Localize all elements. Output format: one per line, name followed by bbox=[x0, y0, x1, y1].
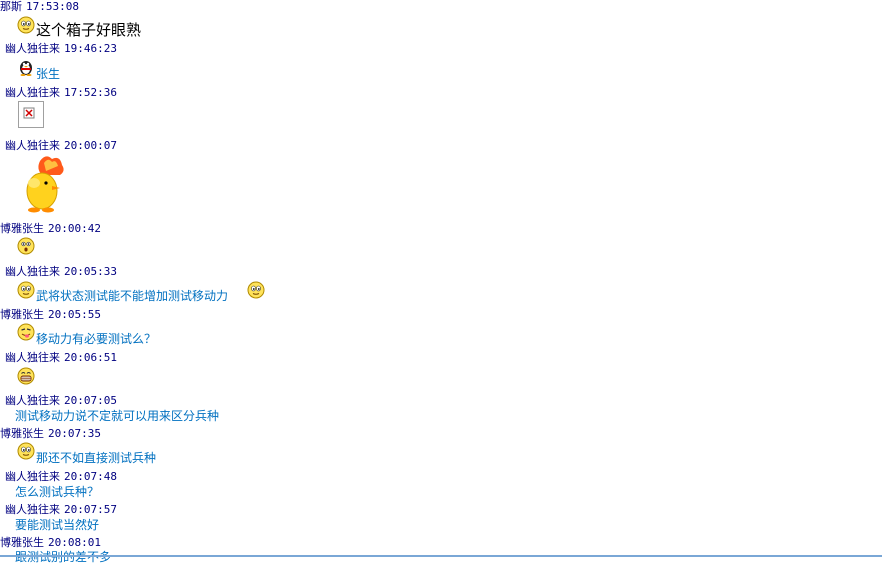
timestamp: 20:07:48 bbox=[64, 470, 117, 483]
chat-message-header: 博雅张生 20:08:01 bbox=[0, 536, 101, 549]
chat-message-text: 武将状态测试能不能增加测试移动力 bbox=[36, 289, 229, 303]
timestamp: 17:52:36 bbox=[64, 86, 117, 99]
chat-message-text: 测试移动力说不定就可以用来区分兵种 bbox=[15, 409, 220, 423]
chat-message-header: 博雅张生 20:05:55 bbox=[0, 308, 101, 321]
chat-message-text: 怎么测试兵种？ bbox=[15, 485, 100, 499]
sender-name: 幽人独往来 bbox=[5, 265, 60, 278]
sender-name: 博雅张生 bbox=[0, 427, 44, 440]
chat-message-header: 幽人独往来 20:06:51 bbox=[5, 351, 117, 364]
timestamp: 19:46:23 bbox=[64, 42, 117, 55]
sender-name: 幽人独往来 bbox=[5, 503, 60, 516]
chat-message-text: 那还不如直接测试兵种 bbox=[36, 451, 157, 465]
smiley-face-icon bbox=[17, 281, 35, 299]
chat-message-header: 幽人独往来 20:00:07 bbox=[5, 139, 117, 152]
penguin-icon bbox=[17, 58, 35, 76]
timestamp: 20:00:07 bbox=[64, 139, 117, 152]
chat-message-text: 跟测试别的差不多 bbox=[15, 550, 112, 564]
timestamp: 17:53:08 bbox=[26, 0, 79, 13]
chat-message-text: 移动力有必要测试么？ bbox=[36, 332, 157, 346]
chat-message-header: 幽人独往来 20:07:48 bbox=[5, 470, 117, 483]
chat-message-text: 张生 bbox=[36, 67, 61, 81]
sender-name: 幽人独往来 bbox=[5, 470, 60, 483]
chat-message-header: 幽人独往来 17:52:36 bbox=[5, 86, 117, 99]
timestamp: 20:06:51 bbox=[64, 351, 117, 364]
yellow-chick-sticker bbox=[22, 153, 66, 215]
surprised-face-icon bbox=[17, 237, 35, 255]
chat-message-header: 幽人独往来 20:05:33 bbox=[5, 265, 117, 278]
sender-name: 博雅张生 bbox=[0, 536, 44, 549]
chat-message-header: 博雅张生 20:07:35 bbox=[0, 427, 101, 440]
grin-face-icon bbox=[17, 367, 35, 385]
sender-name: 那斯 bbox=[0, 0, 22, 13]
timestamp: 20:05:55 bbox=[48, 308, 101, 321]
timestamp: 20:05:33 bbox=[64, 265, 117, 278]
sender-name: 博雅张生 bbox=[0, 222, 44, 235]
timestamp: 20:00:42 bbox=[48, 222, 101, 235]
chat-message-text: 这个箱子好眼熟 bbox=[36, 21, 142, 39]
sender-name: 幽人独往来 bbox=[5, 394, 60, 407]
smiley-face-icon bbox=[17, 16, 35, 34]
smiley-face-icon bbox=[17, 442, 35, 460]
chat-message-header: 博雅张生 20:00:42 bbox=[0, 222, 101, 235]
timestamp: 20:07:57 bbox=[64, 503, 117, 516]
chat-message-text: 要能测试当然好 bbox=[15, 518, 100, 532]
sender-name: 博雅张生 bbox=[0, 308, 44, 321]
sender-name: 幽人独往来 bbox=[5, 86, 60, 99]
sender-name: 幽人独往来 bbox=[5, 139, 60, 152]
timestamp: 20:08:01 bbox=[48, 536, 101, 549]
broken-image-icon[interactable] bbox=[18, 101, 44, 128]
chat-message-header: 幽人独往来 20:07:05 bbox=[5, 394, 117, 407]
window-bottom-border bbox=[0, 555, 882, 557]
tongue-face-icon bbox=[17, 323, 35, 341]
chat-message-header: 幽人独往来 20:07:57 bbox=[5, 503, 117, 516]
sender-name: 幽人独往来 bbox=[5, 351, 60, 364]
chat-message-header: 幽人独往来 19:46:23 bbox=[5, 42, 117, 55]
chat-message-header: 那斯 17:53:08 bbox=[0, 0, 79, 13]
smiley-face-icon bbox=[247, 281, 265, 299]
timestamp: 20:07:35 bbox=[48, 427, 101, 440]
sender-name: 幽人独往来 bbox=[5, 42, 60, 55]
timestamp: 20:07:05 bbox=[64, 394, 117, 407]
